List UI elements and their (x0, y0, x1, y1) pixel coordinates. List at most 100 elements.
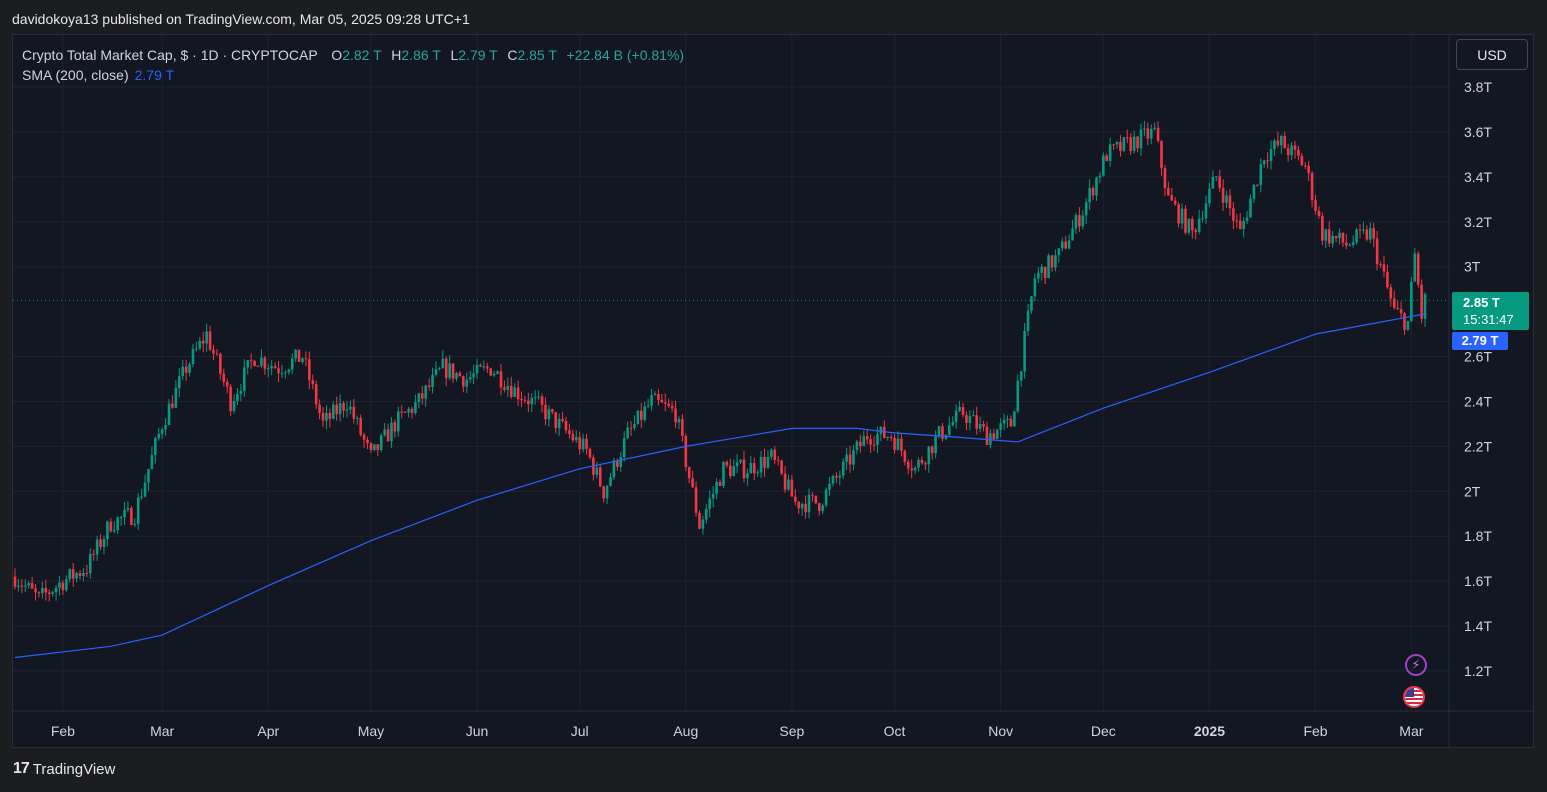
tradingview-logo[interactable]: 17 TradingView (13, 760, 115, 778)
candle-body (349, 406, 352, 410)
candle-body (1050, 255, 1054, 268)
candle-body (633, 423, 636, 428)
candle-body (585, 438, 588, 449)
candle-body (1389, 287, 1393, 299)
x-tick-label: Jun (466, 723, 489, 739)
candle-body (1327, 229, 1331, 244)
candle-body (1242, 221, 1245, 229)
candle-body (776, 460, 780, 462)
x-tick-label: Mar (150, 723, 174, 739)
candle-body (154, 438, 157, 455)
candle-body (140, 496, 143, 498)
candle-body (1201, 218, 1204, 220)
candle-body (290, 358, 294, 370)
candle-body (205, 331, 208, 344)
candle-body (1125, 137, 1129, 139)
candle-body (263, 357, 267, 369)
candle-body (379, 435, 383, 451)
candle-body (667, 403, 670, 406)
candle-body (948, 425, 951, 435)
candle-body (342, 403, 345, 411)
candle-body (325, 412, 328, 421)
legend-open-value: 2.82 T (342, 47, 382, 63)
candle-body (1006, 418, 1009, 420)
lightning-icon[interactable]: ⚡ (1405, 654, 1427, 676)
candle-body (814, 495, 818, 504)
legend-open-label: O (331, 47, 343, 63)
candle-body (828, 483, 831, 490)
y-tick-label: 3.4T (1464, 169, 1492, 185)
candle-body (1108, 144, 1112, 162)
candle-body (47, 592, 51, 595)
candle-body (112, 530, 116, 532)
candle-body (1197, 218, 1201, 232)
candle-body (1054, 255, 1057, 268)
candle-body (438, 368, 441, 370)
candle-body (492, 373, 496, 376)
candle-body (1396, 307, 1399, 310)
candle-body (1276, 140, 1280, 146)
candle-body (862, 436, 866, 446)
candle-body (681, 419, 684, 436)
candle-body (1283, 135, 1287, 149)
chart-panel[interactable]: 3.8T 3.6T 3.4T 3.2T 3T 2.6T 2.4T 2.2T 2T 1.8T 1.6T… (12, 34, 1534, 748)
candle-body (1399, 309, 1403, 314)
candle-body (995, 429, 999, 439)
x-tick-label: Oct (884, 723, 906, 739)
legend-close-value: 2.85 T (517, 47, 557, 63)
candle-body (485, 366, 489, 369)
candle-body (1375, 238, 1379, 265)
candle-body (1351, 242, 1355, 245)
us-flag-icon[interactable] (1403, 686, 1425, 708)
candle-body (243, 367, 246, 391)
candle-body (68, 569, 72, 580)
candle-body (1081, 215, 1085, 227)
legend-symbol[interactable]: Crypto Total Market Cap, $ · 1D · CRYPTO… (22, 47, 317, 63)
candle-body (722, 461, 725, 486)
candle-body (1382, 264, 1386, 272)
candle-body (906, 461, 910, 469)
candle-body (1037, 272, 1040, 279)
x-tick-label: Apr (257, 723, 279, 739)
candle-body (106, 521, 109, 540)
candle-body (1153, 127, 1156, 129)
candle-body (465, 379, 469, 387)
candle-body (359, 417, 362, 435)
candle-body (1413, 253, 1417, 282)
candle-body (711, 493, 715, 499)
currency-button[interactable]: USD (1456, 39, 1528, 70)
candle-body (1355, 229, 1358, 243)
price-chart[interactable]: 3.8T 3.6T 3.4T 3.2T 3T 2.6T 2.4T 2.2T 2T 1.8T 1.6T… (13, 35, 1533, 747)
candle-body (1098, 175, 1102, 178)
candle-body (400, 411, 404, 413)
candle-body (448, 363, 451, 378)
candle-body (30, 583, 34, 589)
candle-body (280, 373, 284, 375)
candle-body (410, 408, 414, 413)
candle-body (622, 438, 626, 458)
candle-body (136, 497, 140, 524)
candle-body (1269, 149, 1273, 162)
candle-body (985, 426, 989, 445)
candle-body (82, 572, 85, 576)
legend-sma-label[interactable]: SMA (200, close) (22, 67, 129, 83)
candle-body (1362, 229, 1365, 231)
candle-body (229, 386, 232, 412)
legend-close-label: C (507, 47, 518, 63)
candle-body (195, 348, 198, 350)
candle-body (331, 404, 335, 419)
candle-body (109, 521, 113, 532)
candle-body (1204, 203, 1208, 219)
candle-body (496, 371, 499, 374)
candle-body (451, 363, 455, 379)
candle-body (95, 539, 99, 555)
candle-body (431, 374, 434, 388)
candle-body (58, 582, 61, 588)
candle-body (266, 368, 270, 370)
candle-body (1300, 155, 1304, 166)
y-tick-label: 2.2T (1464, 438, 1492, 454)
candle-body (1324, 229, 1328, 241)
candle-body (475, 364, 479, 374)
candle-body (530, 397, 534, 405)
candle-body (982, 423, 985, 427)
